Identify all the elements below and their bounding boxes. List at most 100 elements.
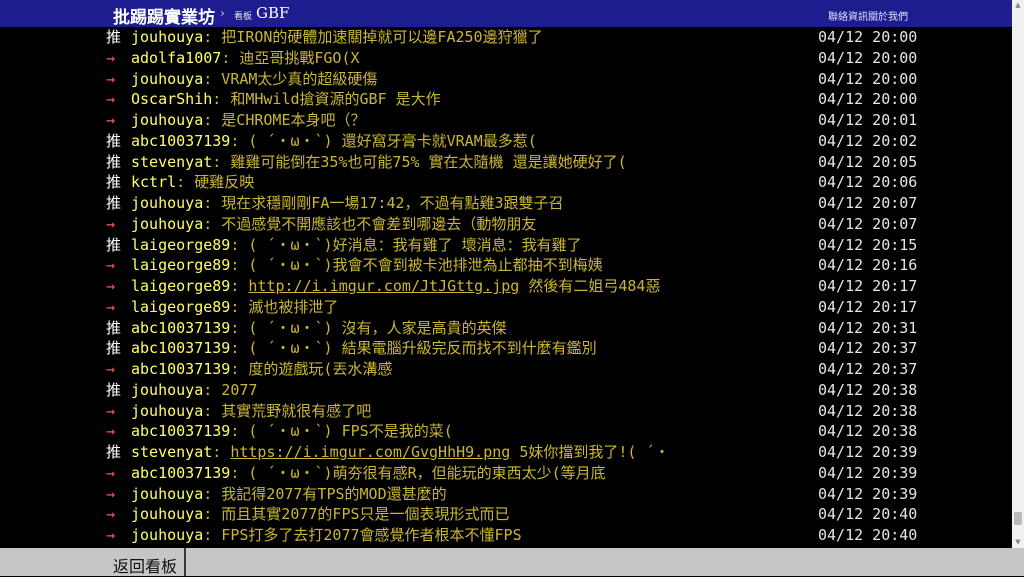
- comment-username: kctrl: [131, 173, 177, 192]
- comment-username: jouhouya: [131, 194, 204, 212]
- comment-username: jouhouya: [131, 505, 204, 524]
- comment-text: : 雞雞可能倒在35%也可能75% 實在太隨機 還是讓她硬好了(: [212, 152, 627, 171]
- push-tag: 推: [106, 152, 122, 171]
- arrow-tag: →: [106, 422, 116, 441]
- arrow-tag: →: [106, 48, 116, 67]
- comment-username: jouhouya: [131, 526, 204, 544]
- comment-time: 04/12 20:40: [818, 526, 918, 544]
- comment-row: 推 jouhouya: 現在求穩剛剛FA一場17:42，不過有點雞3跟雙子召 04/…: [0, 193, 1012, 214]
- comment-time: 04/12 20:05: [818, 152, 918, 171]
- comment-user: laigeorge89: ( ´・ω・`)好消息：我有雞了 壞消息：我有雞了: [131, 235, 582, 256]
- comment-text: : ( ´・ω・`)我會不會到被卡池排泄為止都抽不到梅姨: [230, 256, 603, 275]
- comment-time: 04/12 20:02: [818, 131, 918, 150]
- comment-username: laigeorge89: [131, 235, 231, 254]
- comment-user: adolfa1007: 迪亞哥挑戰FGO(X: [131, 48, 360, 69]
- comment-text-prefix: :: [230, 277, 249, 295]
- comment-list: 推 jouhouya: 把IRON的硬體加速關掉就可以邊FA250邊狩獵了 04/1…: [0, 27, 1012, 548]
- comment-user: laigeorge89: ( ´・ω・`)我會不會到被卡池排泄為止都抽不到梅姨: [131, 255, 603, 276]
- comment-time: 04/12 20:06: [818, 173, 918, 192]
- push-tag: 推: [106, 173, 122, 192]
- comment-user: OscarShih: 和MHwild搶資源的GBF 是大作: [131, 89, 441, 110]
- comment-row: 推 abc10037139: ( ´・ω・`) 結果電腦升級完反而找不到什麼有鑑別…: [0, 338, 1012, 359]
- comment-row: → laigeorge89: http://i.imgur.com/JtJGttg…: [0, 276, 1012, 297]
- about-us-link[interactable]: 關於我們: [868, 8, 908, 23]
- comment-time: 04/12 20:40: [818, 505, 918, 524]
- comment-user: abc10037139: ( ´・ω・`) 結果電腦升級完反而找不到什麼有鑑別: [131, 338, 597, 359]
- push-tag: 推: [106, 380, 122, 399]
- comment-username: jouhouya: [131, 484, 204, 503]
- push-tag: 推: [106, 443, 122, 461]
- comment-user: stevenyat: 雞雞可能倒在35%也可能75% 實在太隨機 還是讓她硬好了…: [131, 152, 627, 173]
- comment-link[interactable]: https://i.imgur.com/GvgHhH9.png: [230, 443, 510, 461]
- comment-time: 04/12 20:00: [818, 48, 918, 67]
- scroll-down-arrow-icon[interactable]: ▼: [1014, 538, 1022, 546]
- comment-user: abc10037139: 度的遊戲玩(丟水溝感: [131, 359, 392, 380]
- comment-row: 推 stevenyat: https://i.imgur.com/GvgHhH9.…: [0, 442, 1012, 463]
- scrollbar-track[interactable]: [1012, 0, 1024, 548]
- comment-username: jouhouya: [131, 214, 204, 233]
- comment-user: abc10037139: ( ´・ω・`) 還好窩牙膏卡就VRAM最多惹(: [131, 131, 537, 152]
- comment-text: : FPS打多了去打2077會感覺作者根本不懂FPS: [203, 526, 522, 544]
- comment-username: jouhouya: [131, 111, 204, 129]
- comment-time: 04/12 20:07: [818, 214, 918, 233]
- comment-time: 04/12 20:00: [818, 28, 918, 46]
- arrow-tag: →: [106, 505, 116, 524]
- comment-time: 04/12 20:07: [818, 194, 918, 212]
- comment-time: 04/12 20:00: [818, 69, 918, 88]
- comment-user: jouhouya: FPS打多了去打2077會感覺作者根本不懂FPS: [131, 525, 522, 546]
- comment-row: → jouhouya: 我記得2077有TPS的MOD還甚麼的 04/12 20:3…: [0, 484, 1012, 505]
- comment-username: jouhouya: [131, 28, 204, 46]
- comment-text: : 滅也被排泄了: [230, 297, 339, 316]
- comment-text: : 迪亞哥挑戰FGO(X: [221, 48, 360, 67]
- comment-text: : ( ´・ω・`) 還好窩牙膏卡就VRAM最多惹(: [230, 131, 537, 150]
- arrow-tag: →: [106, 297, 116, 316]
- arrow-tag: →: [106, 277, 116, 295]
- site-title[interactable]: 批踢踢實業坊: [113, 3, 215, 28]
- comment-text: : http://i.imgur.com/JtJGttg.jpg 然後有二姐弓4…: [230, 277, 660, 295]
- push-tag: 推: [106, 318, 122, 337]
- comment-time: 04/12 20:17: [818, 297, 918, 316]
- comment-row: 推 abc10037139: ( ´・ω・`) 還好窩牙膏卡就VRAM最多惹(04…: [0, 131, 1012, 152]
- comment-text: : VRAM太少真的超級硬傷: [203, 69, 378, 88]
- comment-user: jouhouya: 其實荒野就很有感了吧: [131, 401, 371, 422]
- comment-row: 推 jouhouya: 2077 04/12 20:38: [0, 380, 1012, 401]
- comment-username: abc10037139: [131, 339, 231, 358]
- comment-text-prefix: :: [212, 443, 231, 461]
- comment-text: : 而且其實2077的FPS只是一個表現形式而已: [203, 505, 510, 524]
- contact-info-link[interactable]: 聯絡資訊: [828, 8, 868, 23]
- comment-time: 04/12 20:37: [818, 339, 918, 358]
- comment-time: 04/12 20:01: [818, 111, 918, 129]
- push-tag: 推: [106, 235, 122, 254]
- comment-username: abc10037139: [131, 422, 231, 441]
- comment-user: abc10037139: ( ´・ω・`)萌夯很有感R，但能玩的東西太少(等月底: [131, 463, 606, 484]
- comment-row: → jouhouya: 是CHROME本身吧（？ 04/12 20:01: [0, 110, 1012, 131]
- comment-time: 04/12 20:39: [818, 443, 918, 461]
- comment-row: → abc10037139: 度的遊戲玩(丟水溝感 04/12 20:37: [0, 359, 1012, 380]
- comment-row: 推 laigeorge89: ( ´・ω・`)好消息：我有雞了 壞消息：我有雞了 0…: [0, 235, 1012, 256]
- breadcrumb-board-name[interactable]: GBF: [256, 4, 289, 22]
- push-tag: 推: [106, 339, 122, 358]
- comment-row: → jouhouya: FPS打多了去打2077會感覺作者根本不懂FPS 04/12…: [0, 525, 1012, 546]
- scroll-up-arrow-icon[interactable]: ▲: [1014, 1, 1022, 9]
- comment-text: : 硬雞反映: [176, 173, 255, 192]
- comment-time: 04/12 20:15: [818, 235, 918, 254]
- comment-user: jouhouya: 是CHROME本身吧（？: [131, 110, 366, 131]
- comment-username: jouhouya: [131, 401, 204, 420]
- back-to-board-button[interactable]: 返回看板: [113, 553, 177, 577]
- comment-user: laigeorge89: http://i.imgur.com/JtJGttg.…: [131, 276, 660, 297]
- comment-text: : 我記得2077有TPS的MOD還甚麼的: [203, 484, 447, 503]
- comment-link[interactable]: http://i.imgur.com/JtJGttg.jpg: [248, 277, 519, 295]
- comment-time: 04/12 20:38: [818, 422, 918, 441]
- comment-username: jouhouya: [131, 69, 204, 88]
- comment-user: laigeorge89: 滅也被排泄了: [131, 297, 338, 318]
- comment-username: adolfa1007: [131, 48, 222, 67]
- comment-user: jouhouya: 不過感覺不開應該也不會差到哪邊去（動物朋友: [131, 214, 536, 235]
- comment-username: laigeorge89: [131, 297, 231, 316]
- comment-user: abc10037139: ( ´・ω・`) FPS不是我的菜(: [131, 421, 453, 442]
- comment-time: 04/12 20:31: [818, 318, 918, 337]
- comment-text-suffix: 5妹你擋到我了!( ´・: [510, 443, 670, 461]
- scrollbar-thumb[interactable]: [1014, 512, 1022, 525]
- comment-user: jouhouya: 2077: [131, 380, 257, 401]
- comment-text: : ( ´・ω・`) 沒有，人家是高貴的英傑: [230, 318, 507, 337]
- comment-username: jouhouya: [131, 380, 204, 399]
